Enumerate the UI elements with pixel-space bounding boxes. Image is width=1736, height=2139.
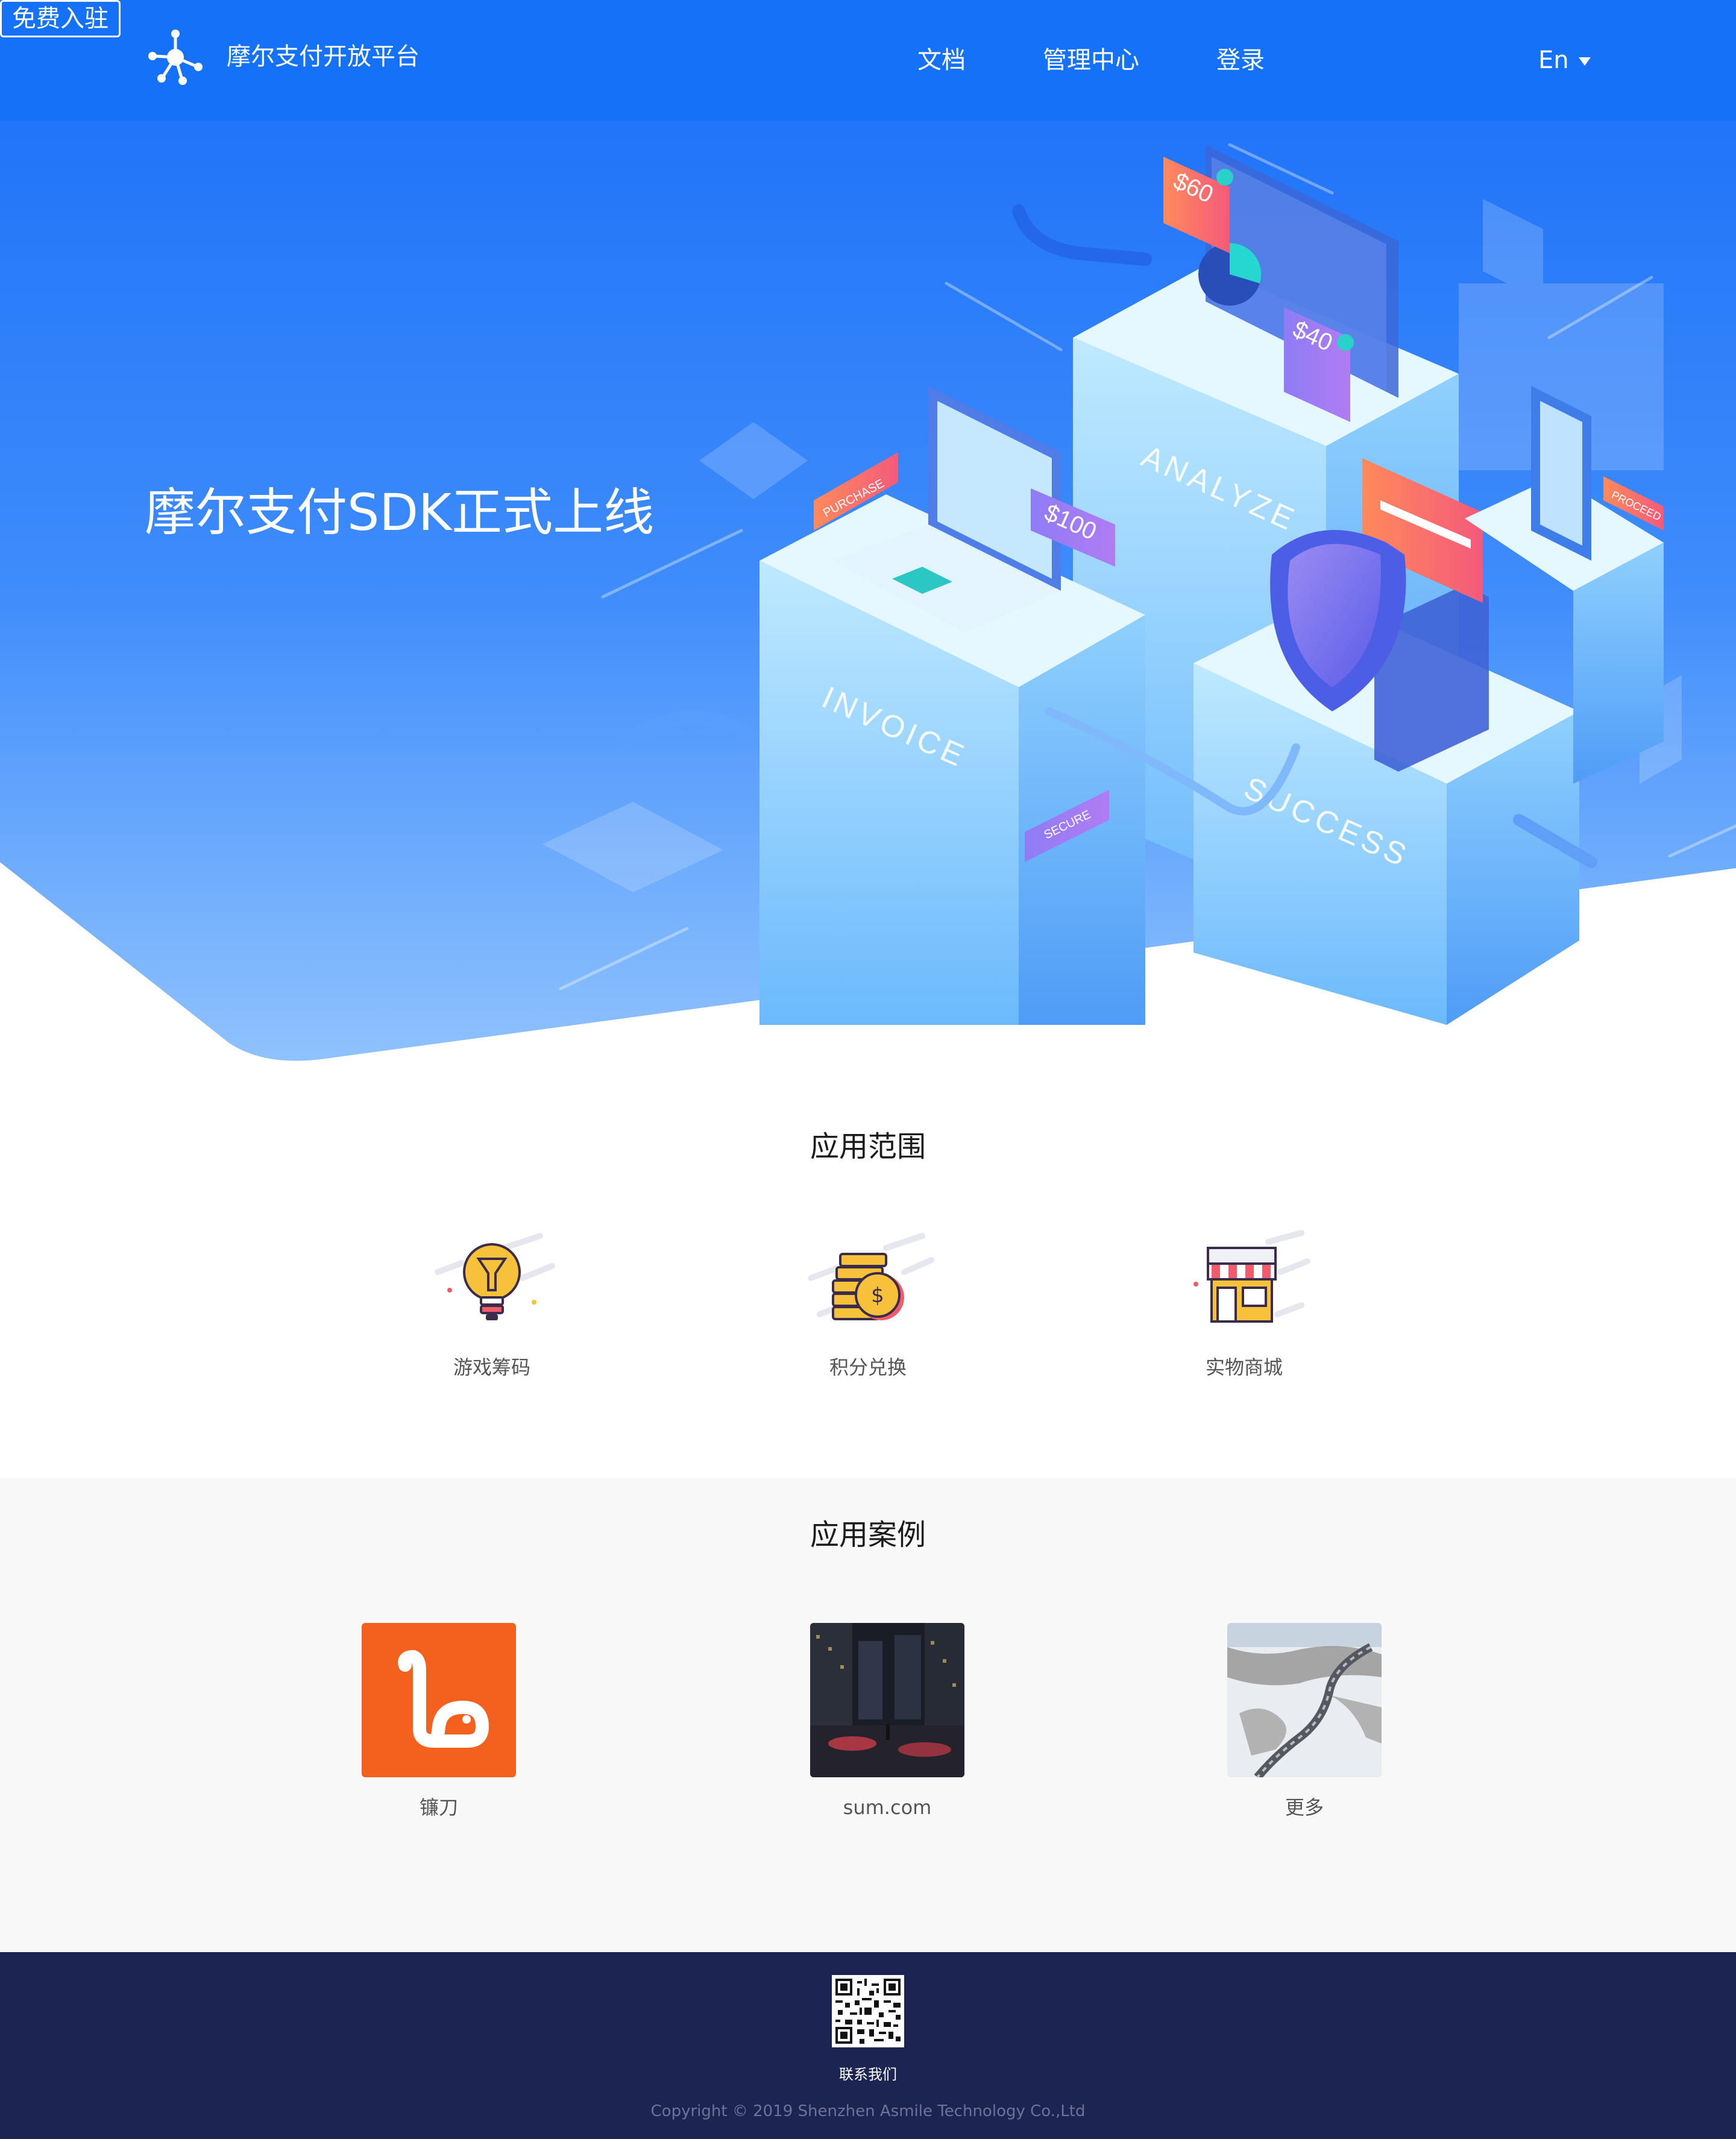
scope-item-physical-mall[interactable]: 实物商城	[1172, 1230, 1316, 1381]
scope-item-points-exchange[interactable]: $ 积分兑换	[796, 1230, 940, 1381]
coins-icon: $	[808, 1233, 934, 1320]
scope-item-label: 积分兑换	[829, 1356, 907, 1379]
lightbulb-icon	[435, 1233, 555, 1320]
brand-name[interactable]: 摩尔支付开放平台	[227, 40, 420, 74]
case-label: 镰刀	[419, 1796, 458, 1819]
case-thumbnail	[362, 1623, 516, 1777]
store-icon	[1194, 1230, 1310, 1323]
hero-title: 摩尔支付SDK正式上线	[145, 483, 655, 542]
language-selector[interactable]: En	[1538, 43, 1591, 77]
qr-code-icon	[835, 1979, 901, 2044]
nav-login-link[interactable]: 登录	[1216, 43, 1265, 77]
scope-section-title: 应用范围	[810, 1130, 926, 1164]
case-thumbnail	[810, 1623, 964, 1777]
free-signup-button[interactable]: 免费入驻	[0, 0, 121, 37]
case-thumbnail	[1227, 1623, 1382, 1777]
qr-code	[832, 1975, 904, 2047]
svg-text:$: $	[871, 1284, 884, 1308]
nav-docs-link[interactable]: 文档	[917, 43, 966, 77]
case-label: sum.com	[843, 1796, 932, 1819]
case-item-sum[interactable]: sum.com	[810, 1623, 964, 1821]
caret-down-icon	[1578, 57, 1591, 66]
copyright-text: Copyright © 2019 Shenzhen Asmile Technol…	[650, 2102, 1086, 2120]
molecule-logo-icon[interactable]	[147, 29, 204, 86]
snow-road-image	[1227, 1623, 1382, 1777]
cases-section-title: 应用案例	[810, 1518, 926, 1552]
liandao-logo-icon	[362, 1623, 516, 1777]
scope-item-game-chips[interactable]: 游戏筹码	[420, 1230, 564, 1381]
footer: 联系我们 Copyright © 2019 Shenzhen Asmile Te…	[0, 1952, 1736, 2139]
top-navbar: 摩尔支付开放平台 文档 管理中心 登录 免费入驻 En	[0, 0, 1736, 121]
contact-us-link[interactable]: 联系我们	[0, 2064, 1736, 2085]
hero-banner: ANALYZE $60 $40 INVOICE $100 PURCHASE SU…	[0, 0, 1736, 1073]
nav-admin-center-link[interactable]: 管理中心	[1043, 43, 1139, 77]
scope-item-label: 游戏筹码	[453, 1356, 530, 1379]
scope-item-label: 实物商城	[1205, 1356, 1283, 1379]
case-label: 更多	[1285, 1796, 1324, 1819]
case-item-more[interactable]: 更多	[1227, 1623, 1382, 1821]
case-item-liandao[interactable]: 镰刀	[362, 1623, 516, 1821]
language-label: En	[1538, 46, 1569, 74]
city-street-image	[810, 1623, 964, 1777]
